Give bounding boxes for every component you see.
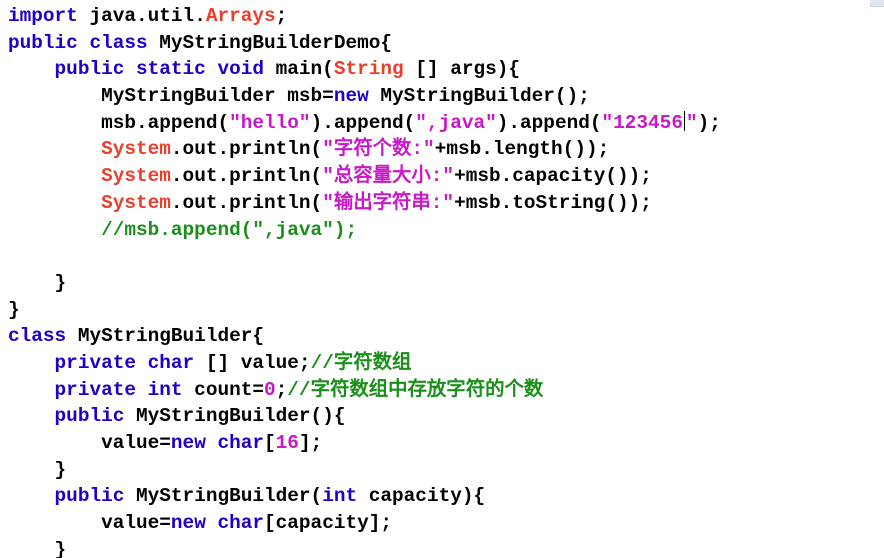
scrollbar-marker[interactable] (870, 0, 884, 7)
comment-token: //字符数组 (310, 351, 412, 374)
code-text: [ (264, 432, 276, 454)
code-line[interactable]: System.out.println("输出字符串:"+msb.toString… (8, 190, 721, 217)
string-token: "输出字符串:" (322, 191, 455, 214)
code-line[interactable]: } (8, 270, 721, 297)
code-line[interactable]: public static void main(String [] args){ (8, 56, 721, 83)
keyword-token: public static void (54, 58, 264, 81)
code-line[interactable]: System.out.println("总容量大小:"+msb.capacity… (8, 163, 721, 190)
keyword-token: public (54, 405, 125, 428)
code-text: MyStringBuilder(){ (124, 405, 346, 428)
code-text: +msb.toString()); (454, 191, 652, 214)
code-line[interactable]: msb.append("hello").append(",java").appe… (8, 110, 721, 137)
code-text: ; (275, 378, 288, 401)
class-ref-token: String (333, 58, 404, 81)
code-line[interactable]: public MyStringBuilder(){ (8, 403, 721, 430)
class-ref-token: System (101, 165, 171, 188)
code-text: } (8, 271, 67, 294)
code-line[interactable]: } (8, 297, 721, 324)
code-text: java.util. (77, 5, 206, 27)
code-line[interactable]: } (8, 457, 721, 484)
number-token: 0 (264, 378, 276, 401)
class-ref-token: System (101, 191, 171, 214)
keyword-token: new char (170, 432, 265, 454)
string-token: "总容量大小:" (322, 165, 455, 188)
code-line[interactable]: } (8, 537, 721, 558)
code-text: value= (8, 432, 171, 454)
code-line[interactable]: value=new char[capacity]; (8, 510, 721, 537)
comment-token: //msb.append(",java"); (101, 218, 358, 241)
code-line[interactable]: private int count=0;//字符数组中存放字符的个数 (8, 377, 721, 404)
code-text: +msb.length()); (434, 138, 610, 161)
code-line[interactable]: value=new char[16]; (8, 430, 721, 457)
string-token: ",java" (415, 111, 497, 134)
text-cursor (683, 110, 685, 131)
code-text: +msb.capacity()); (454, 165, 652, 188)
comment-token: //字符数组中存放字符的个数 (287, 378, 544, 401)
code-text: value= (8, 512, 171, 535)
keyword-token: private char (54, 351, 195, 374)
keyword-token: int (322, 485, 358, 508)
keyword-token: new (333, 85, 369, 108)
string-token: "123456 (601, 111, 683, 134)
code-text: } (8, 538, 67, 558)
code-text: [capacity]; (264, 512, 393, 535)
class-ref-token: Arrays (205, 5, 276, 27)
code-text: ); (697, 111, 721, 134)
code-text: MyStringBuilder( (124, 485, 323, 508)
keyword-token: import (8, 5, 78, 27)
code-text: msb.append( (8, 111, 230, 134)
code-text: ]; (298, 432, 323, 454)
class-ref-token: System (101, 138, 171, 161)
code-line[interactable]: private char [] value;//字符数组 (8, 350, 721, 377)
code-line[interactable]: import java.util.Arrays; (8, 3, 721, 30)
code-area[interactable]: import java.util.Arrays; public class MyS… (8, 3, 721, 558)
code-text: MyStringBuilder{ (66, 325, 265, 348)
keyword-token: new char (170, 512, 265, 535)
code-text: .out.println( (170, 191, 323, 214)
code-text: MyStringBuilder msb= (8, 85, 334, 108)
code-line[interactable]: MyStringBuilder msb=new MyStringBuilder(… (8, 83, 721, 110)
string-token: "字符个数:" (322, 138, 435, 161)
code-text: capacity){ (357, 485, 486, 508)
code-text: } (8, 298, 20, 321)
number-token: 16 (275, 432, 299, 454)
code-text: .out.println( (170, 138, 323, 161)
code-line[interactable]: public class MyStringBuilderDemo{ (8, 30, 721, 57)
code-line[interactable]: class MyStringBuilder{ (8, 323, 721, 350)
code-line[interactable] (8, 243, 721, 270)
code-text: ).append( (310, 111, 416, 134)
code-text: .out.println( (170, 165, 323, 188)
code-text: MyStringBuilder(); (368, 85, 590, 108)
keyword-token: class (8, 325, 67, 348)
code-text: ).append( (496, 111, 602, 134)
code-editor[interactable]: import java.util.Arrays; public class MyS… (0, 0, 884, 558)
code-text: MyStringBuilderDemo{ (147, 31, 393, 54)
string-token: "hello" (229, 111, 311, 134)
keyword-token: private int (54, 378, 183, 401)
keyword-token: public class (8, 31, 148, 54)
code-line[interactable]: public MyStringBuilder(int capacity){ (8, 483, 721, 510)
keyword-token: public (54, 485, 125, 508)
code-text: ; (275, 5, 288, 27)
code-text: [] args){ (403, 58, 521, 81)
code-text: main( (264, 58, 334, 81)
code-text: [] value; (194, 351, 311, 374)
code-text: count= (182, 378, 265, 401)
string-token: " (685, 111, 698, 134)
code-text: } (8, 458, 67, 481)
code-line[interactable]: System.out.println("字符个数:"+msb.length())… (8, 136, 721, 163)
code-line[interactable]: //msb.append(",java"); (8, 217, 721, 244)
